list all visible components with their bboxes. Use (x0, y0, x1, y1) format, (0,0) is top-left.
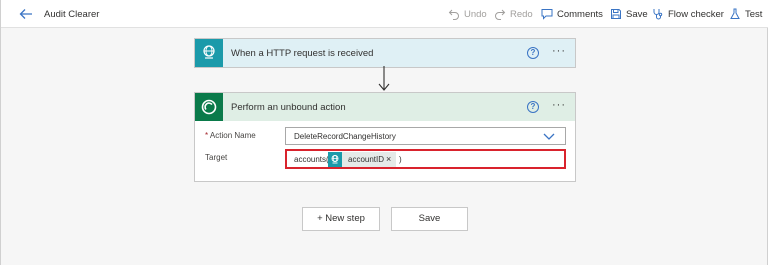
token-remove-icon[interactable]: × (386, 154, 391, 164)
undo-label: Undo (464, 8, 487, 20)
comments-button[interactable]: Comments (541, 6, 603, 22)
more-icon[interactable]: ··· (552, 99, 566, 111)
unbound-action-header[interactable]: Perform an unbound action ? ··· (195, 93, 575, 121)
help-icon[interactable]: ? (527, 101, 539, 113)
target-suffix-text: ) (399, 155, 402, 164)
action-name-dropdown[interactable]: DeleteRecordChangeHistory (285, 127, 566, 145)
help-icon[interactable]: ? (527, 47, 539, 59)
comment-icon (541, 9, 553, 20)
http-trigger-card[interactable]: When a HTTP request is received ? ··· (194, 38, 576, 68)
chevron-down-icon[interactable] (543, 132, 555, 141)
target-input[interactable]: accounts( accountID × ) (285, 149, 566, 169)
save-button[interactable]: Save (391, 207, 468, 231)
flow-designer-page: Audit Clearer Undo Redo Comments Save Fl… (0, 0, 768, 265)
http-globe-icon (328, 152, 342, 167)
http-trigger-title: When a HTTP request is received (231, 48, 374, 59)
dynamic-content-token[interactable]: accountID × (328, 152, 396, 167)
http-trigger-header[interactable]: When a HTTP request is received ? ··· (195, 39, 575, 67)
redo-button[interactable]: Redo (494, 6, 533, 22)
new-step-button[interactable]: + New step (302, 207, 380, 231)
undo-icon (448, 9, 459, 20)
flow-checker-label: Flow checker (668, 8, 724, 20)
test-label: Test (745, 8, 763, 20)
http-globe-icon (195, 39, 223, 67)
flow-title: Audit Clearer (44, 9, 100, 20)
action-name-label: * Action Name (205, 131, 256, 140)
required-marker: * (205, 131, 209, 140)
more-icon[interactable]: ··· (552, 45, 566, 57)
action-name-value: DeleteRecordChangeHistory (294, 132, 396, 141)
test-button[interactable]: Test (729, 6, 762, 22)
top-command-bar: Audit Clearer Undo Redo Comments Save Fl… (1, 0, 768, 28)
save-icon (611, 9, 621, 19)
save-header-button[interactable]: Save (610, 6, 648, 22)
stethoscope-icon (653, 9, 663, 20)
token-label: accountID (348, 155, 385, 164)
back-arrow-icon[interactable] (19, 7, 33, 21)
unbound-action-title: Perform an unbound action (231, 102, 346, 113)
dataverse-icon (195, 93, 223, 121)
comments-label: Comments (557, 8, 603, 20)
target-label: Target (205, 153, 228, 162)
flow-checker-button[interactable]: Flow checker (652, 6, 724, 22)
down-arrow-icon (378, 66, 390, 91)
target-prefix-text: accounts( (294, 155, 329, 164)
flask-icon (730, 8, 740, 19)
redo-icon (495, 9, 506, 20)
unbound-action-card: Perform an unbound action ? ··· * Action… (194, 92, 576, 182)
redo-label: Redo (510, 8, 533, 20)
action-name-label-text: Action Name (209, 131, 256, 140)
undo-button[interactable]: Undo (448, 6, 487, 22)
save-header-label: Save (626, 8, 648, 20)
